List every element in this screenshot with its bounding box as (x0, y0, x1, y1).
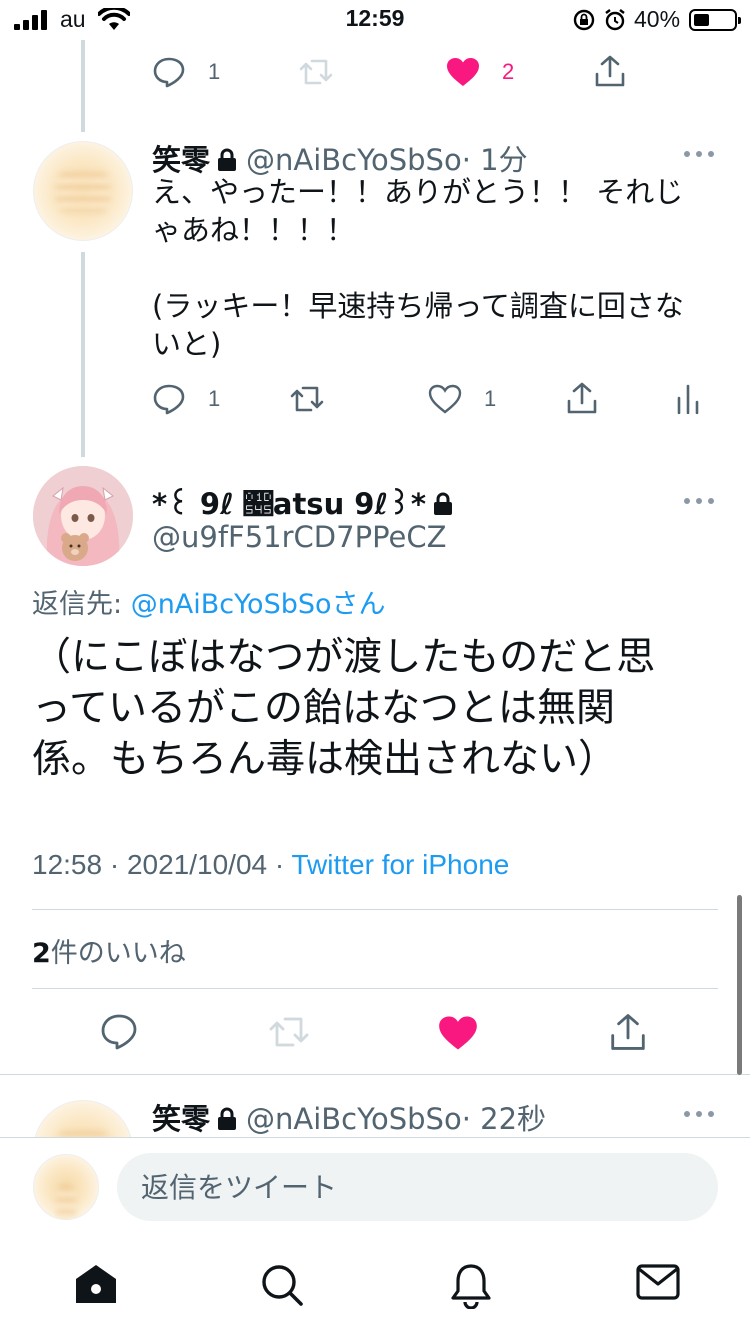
avatar (33, 1154, 99, 1220)
thread-line (81, 252, 85, 457)
lock-icon (218, 148, 237, 171)
home-icon[interactable] (74, 1263, 118, 1305)
heart-filled-icon[interactable] (438, 1015, 478, 1051)
tweet-header: 笑零 @nAiBcYoSbSo· 22秒 (152, 1096, 546, 1138)
tweet-time: · 1分 (461, 143, 528, 177)
display-name[interactable]: 笑零 (152, 1102, 210, 1136)
retweet-icon[interactable] (289, 384, 325, 414)
retweet-disabled-icon (269, 1017, 309, 1047)
avatar[interactable] (33, 141, 133, 241)
tweet-text-line: ゃあね！！！！ (152, 213, 356, 247)
reply-to-link[interactable]: @nAiBcYoSbSoさん (131, 589, 386, 620)
like-count: 1 (484, 386, 497, 411)
tweet-text-line: っているがこの飴はなつとは無関 (32, 686, 616, 731)
search-icon[interactable] (260, 1263, 304, 1307)
more-icon[interactable] (684, 148, 718, 158)
likes-label: 件のいいね (50, 938, 186, 969)
display-name[interactable]: *꒰ 9ℓ 𝕅atsu 9ℓ꒱* (152, 487, 426, 521)
reply-to-label: 返信先: (32, 589, 131, 620)
status-bar: au 12:59 40% (0, 0, 750, 40)
heart-filled-icon (447, 58, 479, 86)
tweet-text: え、やったー！！ありがとう！！ それじ ゃあね！！！！ (ラッキー！早速持ち帰っ… (152, 173, 722, 363)
retweet-disabled-icon (299, 59, 333, 85)
tweet-header: *꒰ 9ℓ 𝕅atsu 9ℓ꒱* (152, 484, 462, 522)
scrollbar[interactable] (737, 895, 742, 1075)
handle[interactable]: @nAiBcYoSbSo (246, 1102, 462, 1136)
source-link[interactable]: Twitter for iPhone (291, 849, 509, 880)
battery-percent: 40% (634, 6, 681, 32)
more-icon[interactable] (684, 495, 718, 505)
share-icon[interactable] (609, 1012, 647, 1052)
tweet-metadata: 12:58 · 2021/10/04 · Twitter for iPhone (32, 849, 509, 881)
tweet-text-line: （にこぼはなつが渡したものだと思 (32, 635, 656, 680)
tweet-text-line: いと) (152, 327, 222, 361)
battery-icon (689, 9, 741, 31)
more-icon[interactable] (684, 1108, 718, 1118)
heart-outline-icon (428, 384, 462, 414)
tweet-time: · 22秒 (461, 1102, 547, 1136)
likes-count: 2 (32, 938, 51, 969)
reply-button[interactable]: 1 (152, 56, 220, 88)
like-button[interactable]: 2 (446, 57, 514, 87)
avatar[interactable] (33, 466, 133, 566)
reply-count: 1 (208, 386, 221, 411)
handle[interactable]: @nAiBcYoSbSo (246, 143, 462, 177)
like-count: 2 (502, 59, 515, 84)
battery-fill (694, 14, 709, 26)
reply-composer (0, 1137, 750, 1237)
lock-icon (434, 492, 452, 515)
main-handle-line: @u9fF51rCD7PPeCZ (152, 520, 446, 554)
tweet-text-line: え、やったー！！ありがとう！！ それじ (152, 175, 684, 209)
divider (32, 909, 718, 910)
notifications-icon[interactable] (450, 1263, 492, 1309)
main-tweet-text: （にこぼはなつが渡したものだと思 っているがこの飴はなつとは無関 係。もちろん毒… (32, 632, 722, 785)
anime-girl-avatar-icon (33, 466, 133, 566)
alarm-icon (605, 9, 625, 31)
reply-button[interactable]: 1 (152, 383, 220, 415)
display-name[interactable]: 笑零 (152, 143, 210, 177)
reply-icon (153, 57, 185, 88)
reply-icon[interactable] (100, 1013, 138, 1051)
messages-icon[interactable] (636, 1263, 680, 1301)
tweet-text-line: 係。もちろん毒は検出されない） (32, 737, 618, 782)
reply-input[interactable] (117, 1153, 718, 1221)
thread-line (81, 40, 85, 132)
reply-to-line: 返信先: @nAiBcYoSbSoさん (32, 582, 386, 621)
tweet-text-line: (ラッキー！早速持ち帰って調査に回さな (152, 289, 684, 323)
like-button[interactable]: 1 (428, 384, 496, 414)
reply-count: 1 (208, 59, 221, 84)
share-icon[interactable] (566, 381, 598, 415)
handle[interactable]: @u9fF51rCD7PPeCZ (152, 520, 446, 554)
rotation-lock-icon (573, 9, 595, 31)
analytics-icon[interactable] (676, 384, 700, 414)
divider (32, 988, 718, 989)
lock-icon (218, 1107, 237, 1130)
reply-icon (153, 384, 185, 415)
tab-bar (0, 1237, 750, 1334)
share-icon[interactable] (594, 54, 626, 88)
likes-summary[interactable]: 2件のいいね (32, 931, 186, 970)
timestamp: 12:58 · 2021/10/04 · (32, 849, 292, 880)
divider (0, 1074, 750, 1075)
